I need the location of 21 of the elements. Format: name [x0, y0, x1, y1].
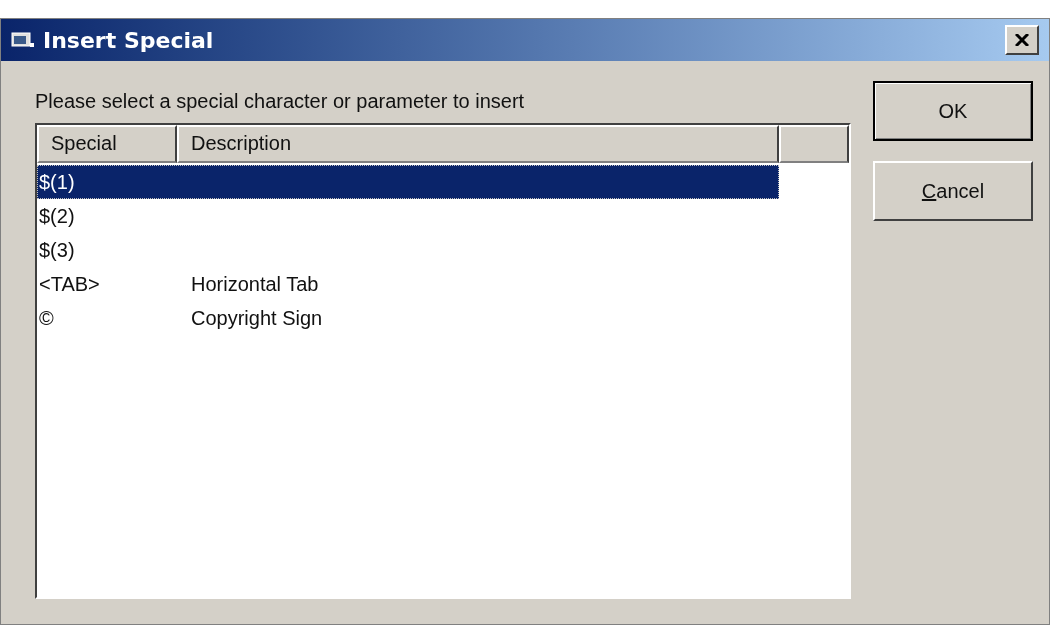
- description-cell-text: Horizontal Tab: [191, 272, 319, 297]
- app-icon: [11, 31, 35, 49]
- list-row[interactable]: $(3): [37, 233, 779, 267]
- special-cell-text: ©: [38, 306, 55, 331]
- close-button[interactable]: [1005, 25, 1039, 55]
- list-row[interactable]: <TAB> Horizontal Tab: [37, 267, 779, 301]
- list-row[interactable]: © Copyright Sign: [37, 301, 779, 335]
- dialog-button[interactable]: OK: [873, 81, 1033, 141]
- close-icon: [1015, 34, 1029, 46]
- list-row[interactable]: $(1): [37, 165, 779, 199]
- special-cell-text: $(1): [38, 170, 76, 195]
- special-cell-text: <TAB>: [38, 272, 101, 297]
- column-header[interactable]: Special: [37, 125, 177, 163]
- prompt-text: Please select a special character or parameter to insert: [35, 89, 526, 114]
- description-cell-text: Copyright Sign: [191, 306, 323, 331]
- window-title: Insert Special: [43, 26, 214, 55]
- dialog-button[interactable]: Cancel: [873, 161, 1033, 221]
- column-header[interactable]: Description: [177, 125, 779, 163]
- special-cell-text: $(3): [38, 238, 76, 263]
- list-row[interactable]: $(2): [37, 199, 779, 233]
- special-cell-text: $(2): [38, 204, 76, 229]
